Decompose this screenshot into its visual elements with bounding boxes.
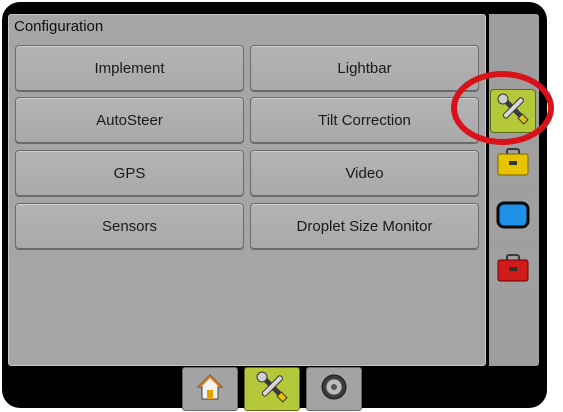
- configuration-panel: Configuration Implement Lightbar AutoSte…: [8, 14, 486, 366]
- wrench-screwdriver-icon: [254, 370, 290, 409]
- gps-button[interactable]: GPS: [15, 150, 244, 196]
- red-toolbox-icon: [496, 253, 530, 288]
- droplet-size-monitor-button[interactable]: Droplet Size Monitor: [250, 203, 479, 249]
- tab-red-toolbox[interactable]: [490, 248, 536, 292]
- tab-toolbox[interactable]: [490, 142, 536, 186]
- video-button[interactable]: Video: [250, 150, 479, 196]
- panel-title: Configuration: [14, 18, 104, 35]
- display-icon: [496, 200, 530, 235]
- device-frame: Configuration Implement Lightbar AutoSte…: [2, 2, 547, 411]
- home-icon: [195, 372, 225, 407]
- tab-gauge[interactable]: [306, 367, 362, 411]
- tab-configuration[interactable]: [490, 89, 536, 133]
- tab-display[interactable]: [490, 195, 536, 239]
- gauge-icon: [319, 372, 349, 407]
- lightbar-button[interactable]: Lightbar: [250, 45, 479, 91]
- side-tab-strip: [489, 14, 539, 366]
- wrench-screwdriver-icon: [495, 92, 531, 131]
- implement-button[interactable]: Implement: [15, 45, 244, 91]
- autosteer-button[interactable]: AutoSteer: [15, 97, 244, 143]
- tab-configuration-bottom[interactable]: [244, 367, 300, 411]
- toolbox-icon: [496, 147, 530, 182]
- tab-home[interactable]: [182, 367, 238, 411]
- tilt-correction-button[interactable]: Tilt Correction: [250, 97, 479, 143]
- sensors-button[interactable]: Sensors: [15, 203, 244, 249]
- bottom-tab-bar: [182, 367, 366, 411]
